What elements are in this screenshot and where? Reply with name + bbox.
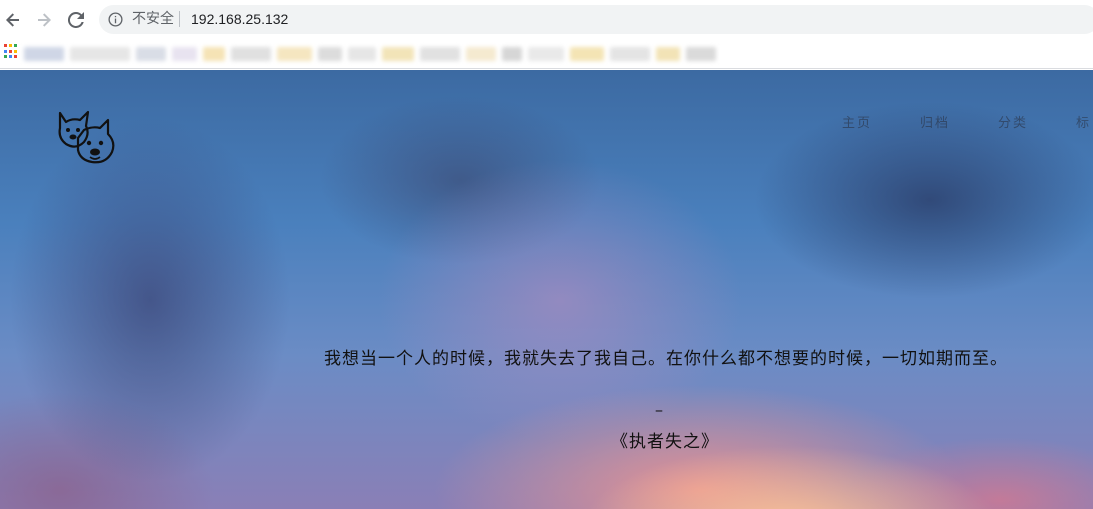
quote-source: 《执者失之》 (611, 432, 719, 452)
reload-button[interactable] (65, 9, 87, 31)
browser-toolbar: 不安全 192.168.25.132 (0, 0, 1093, 39)
bookmarks-bar (0, 39, 1093, 69)
nav-categories[interactable]: 分类 (998, 112, 1028, 131)
blurred-bookmarks (24, 41, 716, 67)
hero-banner: 主页 归档 分类 标 我想当一个人的时候，我就失去了我自己。在你什么都不想要的时… (0, 70, 1093, 509)
security-label: 不安全 (132, 11, 174, 27)
quote-dash: – (655, 400, 663, 419)
forward-button[interactable] (33, 9, 55, 31)
info-icon[interactable] (108, 12, 123, 27)
url-text[interactable]: 192.168.25.132 (191, 10, 288, 28)
forward-arrow-icon (38, 13, 51, 27)
omnibox-divider (179, 11, 180, 27)
nav-home[interactable]: 主页 (842, 112, 872, 131)
back-arrow-icon (6, 13, 19, 27)
dogs-logo-icon[interactable] (56, 110, 118, 170)
nav-tags[interactable]: 标 (1076, 112, 1091, 131)
address-bar[interactable]: 不安全 192.168.25.132 (99, 5, 1093, 34)
reload-icon (68, 12, 84, 28)
hero-quote: 我想当一个人的时候，我就失去了我自己。在你什么都不想要的时候，一切如期而至。 (324, 349, 1008, 369)
nav-archive[interactable]: 归档 (920, 112, 950, 131)
back-button[interactable] (2, 9, 24, 31)
site-nav: 主页 归档 分类 标 (842, 112, 1091, 131)
apps-grid-icon[interactable] (4, 44, 19, 59)
